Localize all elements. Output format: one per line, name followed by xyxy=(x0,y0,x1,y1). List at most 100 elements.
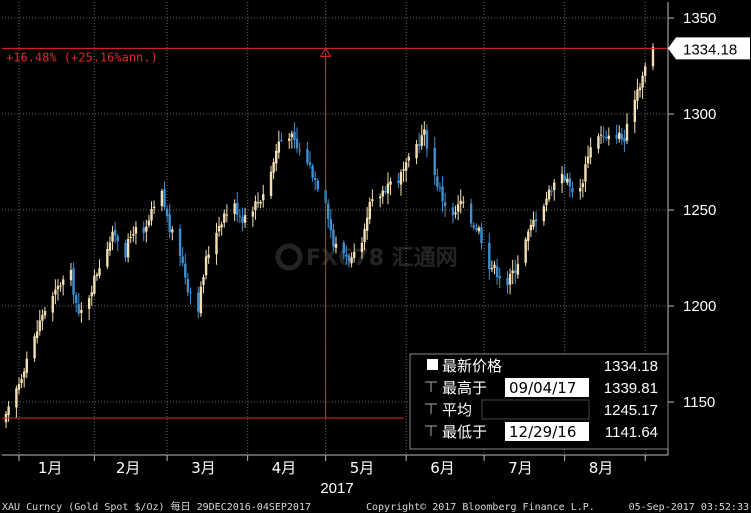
legend-row-date: 09/04/17 xyxy=(509,379,576,397)
x-tick-label: 6月 xyxy=(430,459,455,477)
candle-body xyxy=(126,239,130,258)
legend-row-label: 最新价格 xyxy=(442,357,502,375)
y-tick-label: 1300 xyxy=(683,106,716,123)
candle-body xyxy=(111,231,114,242)
candle-body xyxy=(490,268,494,270)
legend-box: 最新价格 1334.18 最高于 09/04/17 1339.81 平均 1245.17 最低… xyxy=(409,353,669,450)
candle-body xyxy=(475,227,478,230)
candle-body xyxy=(534,219,538,222)
candle-body xyxy=(163,189,166,208)
candle-body xyxy=(638,87,642,91)
candle-body xyxy=(280,139,283,141)
candle-body xyxy=(415,144,418,159)
candle-body xyxy=(488,242,491,270)
candle-body xyxy=(579,187,582,192)
candle-body xyxy=(360,242,364,253)
candle-body xyxy=(397,180,400,183)
candle-body xyxy=(80,309,83,313)
candle-body xyxy=(171,229,174,233)
candle-body xyxy=(41,314,44,321)
candle-body xyxy=(160,190,164,207)
candle-body xyxy=(607,135,611,140)
annotation-label: +16.48% (+25.16%ann.) xyxy=(6,50,158,64)
y-tick-label: 1250 xyxy=(683,202,716,219)
candle-body xyxy=(35,331,39,338)
candle-body xyxy=(563,175,566,181)
candle-body xyxy=(204,256,208,276)
x-tick-label: 3月 xyxy=(191,459,216,477)
candle-body xyxy=(77,304,80,314)
candle-body xyxy=(352,251,356,258)
candle-body xyxy=(145,226,148,232)
candle-body xyxy=(402,169,405,171)
candle-body xyxy=(98,268,101,276)
candle-body xyxy=(420,135,423,146)
candle-body xyxy=(306,149,309,163)
y-tick-label: 1200 xyxy=(683,298,716,315)
candle-body xyxy=(329,219,332,231)
candle-body xyxy=(90,292,93,297)
candle-body xyxy=(623,138,626,142)
candle-body xyxy=(381,190,384,197)
candle-body xyxy=(602,136,605,138)
candle-body xyxy=(272,162,275,173)
candle-body xyxy=(495,266,499,278)
candle-body xyxy=(72,268,75,295)
candle-body xyxy=(553,182,556,191)
candle-body xyxy=(436,176,439,187)
candle-body xyxy=(181,256,184,264)
candle-body xyxy=(581,183,585,188)
candle-body xyxy=(262,194,265,201)
candle-body xyxy=(147,220,151,226)
candle-body xyxy=(241,216,244,223)
legend-row-value: 1334.18 xyxy=(604,358,658,375)
legend-row-label: 平均 xyxy=(442,401,472,419)
candle-body xyxy=(350,257,353,264)
last-price-label: 1334.18 xyxy=(683,41,737,58)
candle-body xyxy=(365,217,369,231)
x-tick-label: 2月 xyxy=(116,459,141,477)
candle-body xyxy=(113,230,117,236)
candle-body xyxy=(69,270,73,281)
candle-body xyxy=(508,273,512,285)
x-year-label: 2017 xyxy=(320,480,353,497)
candle-body xyxy=(568,178,572,187)
candle-body xyxy=(288,138,291,141)
legend-swatch xyxy=(427,359,438,370)
candle-body xyxy=(197,292,200,312)
candle-body xyxy=(597,136,600,149)
candle-body xyxy=(134,227,138,234)
candle-body xyxy=(571,188,574,193)
candle-body xyxy=(150,208,153,221)
candle-body xyxy=(251,211,255,217)
candle-body xyxy=(38,320,41,332)
footer: XAU Curncy (Gold Spot $/Oz) 每日 29DEC2016… xyxy=(2,500,749,513)
candle-body xyxy=(506,278,509,286)
legend-row-value: 1339.81 xyxy=(604,380,658,397)
candle-body xyxy=(589,147,592,158)
candle-body xyxy=(59,285,62,287)
candle-body xyxy=(417,144,421,147)
candle-body xyxy=(451,207,455,216)
candle-body xyxy=(618,132,621,139)
footer-security: XAU Curncy (Gold Spot $/Oz) 每日 29DEC2016… xyxy=(2,500,311,513)
candle-body xyxy=(293,131,296,141)
legend-row-label: 最低于 xyxy=(442,423,487,441)
candle-body xyxy=(332,229,335,247)
candle-body xyxy=(186,279,190,293)
candle-body xyxy=(456,204,460,212)
candle-body xyxy=(243,215,247,223)
candle-body xyxy=(386,183,390,194)
candle-body xyxy=(17,384,21,390)
candle-body xyxy=(480,227,483,244)
candle-body xyxy=(545,198,548,205)
candle-body xyxy=(116,236,119,242)
candle-body xyxy=(202,277,205,285)
candle-body xyxy=(108,242,112,251)
y-tick-label: 1350 xyxy=(683,10,716,27)
candle-body xyxy=(644,66,647,76)
legend-row-label: 最高于 xyxy=(442,379,487,397)
candle-body xyxy=(472,224,475,228)
candle-body xyxy=(615,134,618,139)
price-chart: FX678 汇通网 +16.48% (+25.16%ann.) 1150 1200… xyxy=(0,0,751,513)
